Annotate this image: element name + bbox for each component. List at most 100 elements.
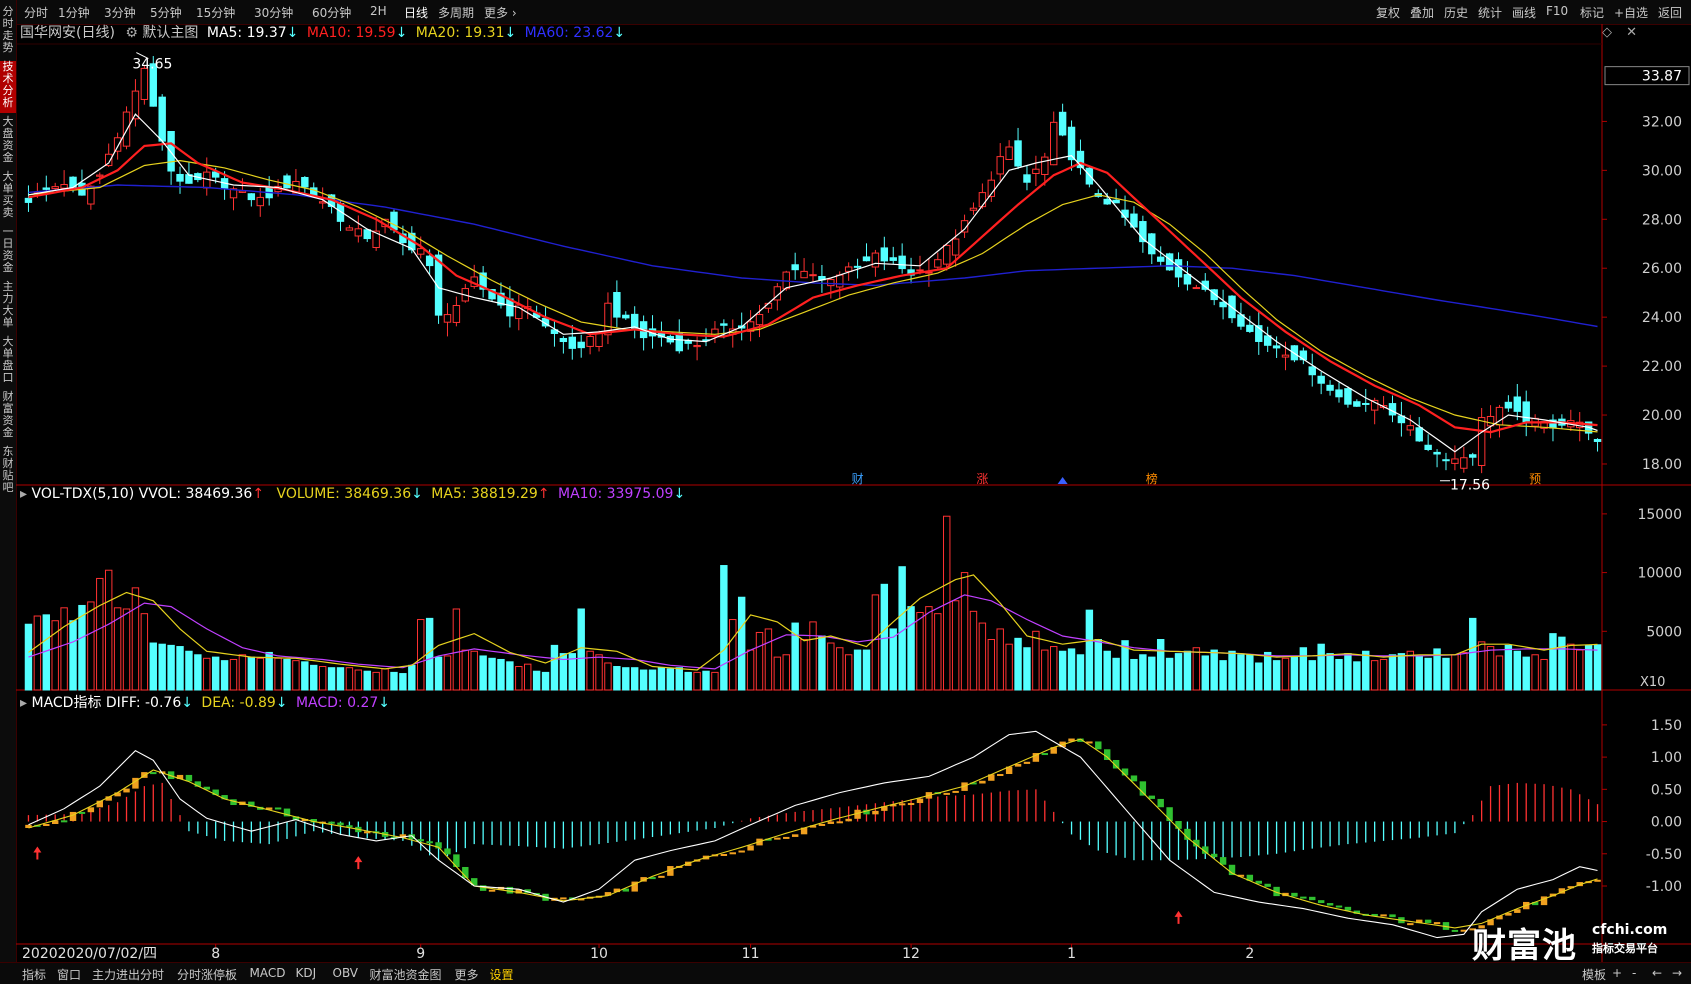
volume-bar bbox=[87, 601, 95, 691]
candle-body bbox=[755, 314, 764, 326]
volume-bar bbox=[684, 671, 692, 691]
candle-body bbox=[943, 244, 951, 265]
candle-body bbox=[871, 252, 880, 268]
candle-body bbox=[577, 341, 585, 349]
volume-bar bbox=[452, 608, 461, 691]
candle-body bbox=[425, 255, 434, 267]
candle-body bbox=[390, 211, 398, 231]
bottombar-item-2[interactable]: 主力进出分时 bbox=[92, 966, 164, 983]
event-marker: 涨 bbox=[976, 471, 988, 486]
candle-body bbox=[96, 174, 104, 177]
macd-candle bbox=[872, 810, 879, 815]
bottombar-right-item-1[interactable]: + bbox=[1612, 966, 1622, 980]
volume-bar bbox=[336, 667, 345, 691]
volume-bar bbox=[1370, 660, 1379, 691]
candle-body bbox=[586, 336, 594, 347]
macd-tick-label: -0.50 bbox=[1646, 847, 1682, 863]
volume-bar bbox=[185, 650, 193, 691]
bottombar-item-7[interactable]: 财富池资金图 bbox=[370, 966, 442, 983]
candle-body bbox=[622, 314, 630, 319]
volume-bar bbox=[194, 654, 202, 691]
candle-body bbox=[934, 259, 942, 268]
bottombar-item-5[interactable]: KDJ bbox=[296, 966, 317, 980]
candles bbox=[24, 56, 1602, 474]
bottombar-item-4[interactable]: MACD bbox=[250, 966, 286, 980]
bottombar-right-item-4[interactable]: → bbox=[1672, 966, 1682, 980]
bottombar-item-0[interactable]: 指标 bbox=[22, 966, 46, 983]
bottombar-item-9[interactable]: 设置 bbox=[490, 966, 514, 983]
stock-chart[interactable]: 32.0030.0028.0026.0024.0022.0020.0018.00… bbox=[0, 0, 1691, 983]
volume-bar bbox=[1522, 656, 1530, 691]
candle-body bbox=[1353, 401, 1361, 407]
volume-bar bbox=[1397, 653, 1406, 691]
volume-bar bbox=[390, 671, 398, 691]
volume-bar bbox=[836, 647, 844, 691]
volume-bar bbox=[1210, 649, 1218, 691]
macd-tick-label: 0.00 bbox=[1651, 815, 1682, 831]
volume-bar bbox=[301, 661, 309, 691]
volume-bar bbox=[515, 666, 523, 691]
bottombar-right-item-0[interactable]: 模板 bbox=[1582, 966, 1606, 983]
volume-bar bbox=[1308, 660, 1316, 691]
bottombar-item-8[interactable]: 更多 bbox=[455, 966, 479, 983]
price-tick-label: 20.00 bbox=[1642, 408, 1682, 424]
macd-candle bbox=[916, 798, 924, 804]
macd-tick-label: 1.00 bbox=[1651, 750, 1682, 766]
time-month-label: 10 bbox=[590, 946, 608, 962]
volume-bar bbox=[1477, 641, 1486, 691]
macd-candle bbox=[1023, 761, 1031, 764]
volume-bar bbox=[1362, 650, 1370, 691]
event-arrow-icon bbox=[1057, 477, 1068, 484]
vol-tick-label: 10000 bbox=[1637, 566, 1682, 582]
bottombar-item-6[interactable]: OBV bbox=[333, 966, 359, 980]
volume-bar bbox=[639, 669, 648, 691]
time-start-label: 20202020/07/02/四 bbox=[22, 946, 157, 962]
candle-body bbox=[1281, 354, 1290, 358]
candle-body bbox=[559, 337, 568, 343]
volume-bar bbox=[381, 668, 389, 691]
candle-body bbox=[256, 196, 264, 207]
volume-bar bbox=[702, 670, 710, 691]
volume-bar bbox=[1183, 650, 1192, 691]
volume-bar bbox=[372, 671, 380, 691]
volume-bar bbox=[1584, 644, 1593, 691]
bottombar-right-item-3[interactable]: ← bbox=[1652, 966, 1662, 980]
candle-body bbox=[862, 256, 871, 262]
macd-histogram bbox=[27, 782, 1599, 861]
volume-bar bbox=[220, 660, 229, 691]
bottombar-item-3[interactable]: 分时涨停板 bbox=[177, 966, 237, 983]
price-tick-label: 32.00 bbox=[1642, 114, 1682, 130]
event-marker: 榜 bbox=[1146, 471, 1158, 486]
volume-bar bbox=[470, 650, 478, 691]
macd-candle bbox=[1389, 914, 1396, 918]
volume-bar bbox=[229, 658, 238, 691]
macd-candle bbox=[488, 889, 496, 892]
volume-bar bbox=[1156, 639, 1165, 691]
candle-body bbox=[1504, 401, 1513, 409]
candle-body bbox=[167, 131, 175, 172]
candle-body bbox=[791, 264, 799, 271]
price-tick-label: 24.00 bbox=[1642, 310, 1682, 326]
volume-bar bbox=[862, 649, 871, 691]
candle-body bbox=[417, 248, 425, 255]
candle-body bbox=[1308, 366, 1316, 376]
bottom-toolbar: 指标 窗口 主力进出分时 分时涨停板 MACD KDJ OBV 财富池资金图 更多 设置 模板 + - ←… bbox=[0, 962, 1691, 984]
volume-bar bbox=[318, 666, 327, 691]
candle-body bbox=[452, 304, 461, 323]
vol-tick-label: 5000 bbox=[1646, 624, 1682, 640]
candle-body bbox=[1041, 156, 1049, 175]
time-month-label: 8 bbox=[211, 946, 220, 962]
volume-bar bbox=[1201, 655, 1209, 691]
volume-bar bbox=[506, 661, 514, 691]
volume-bar bbox=[800, 639, 808, 691]
volume-bar bbox=[550, 644, 559, 691]
volume-bar bbox=[443, 655, 452, 691]
bottombar-item-1[interactable]: 窗口 bbox=[57, 966, 81, 983]
volume-bar bbox=[1174, 653, 1183, 691]
bottombar-right-item-2[interactable]: - bbox=[1632, 966, 1636, 980]
volume-bar bbox=[889, 628, 897, 691]
candle-body bbox=[42, 187, 50, 190]
macd-candle bbox=[60, 820, 68, 823]
macd-candle bbox=[783, 836, 790, 839]
price-tick-label: 30.00 bbox=[1642, 163, 1682, 179]
